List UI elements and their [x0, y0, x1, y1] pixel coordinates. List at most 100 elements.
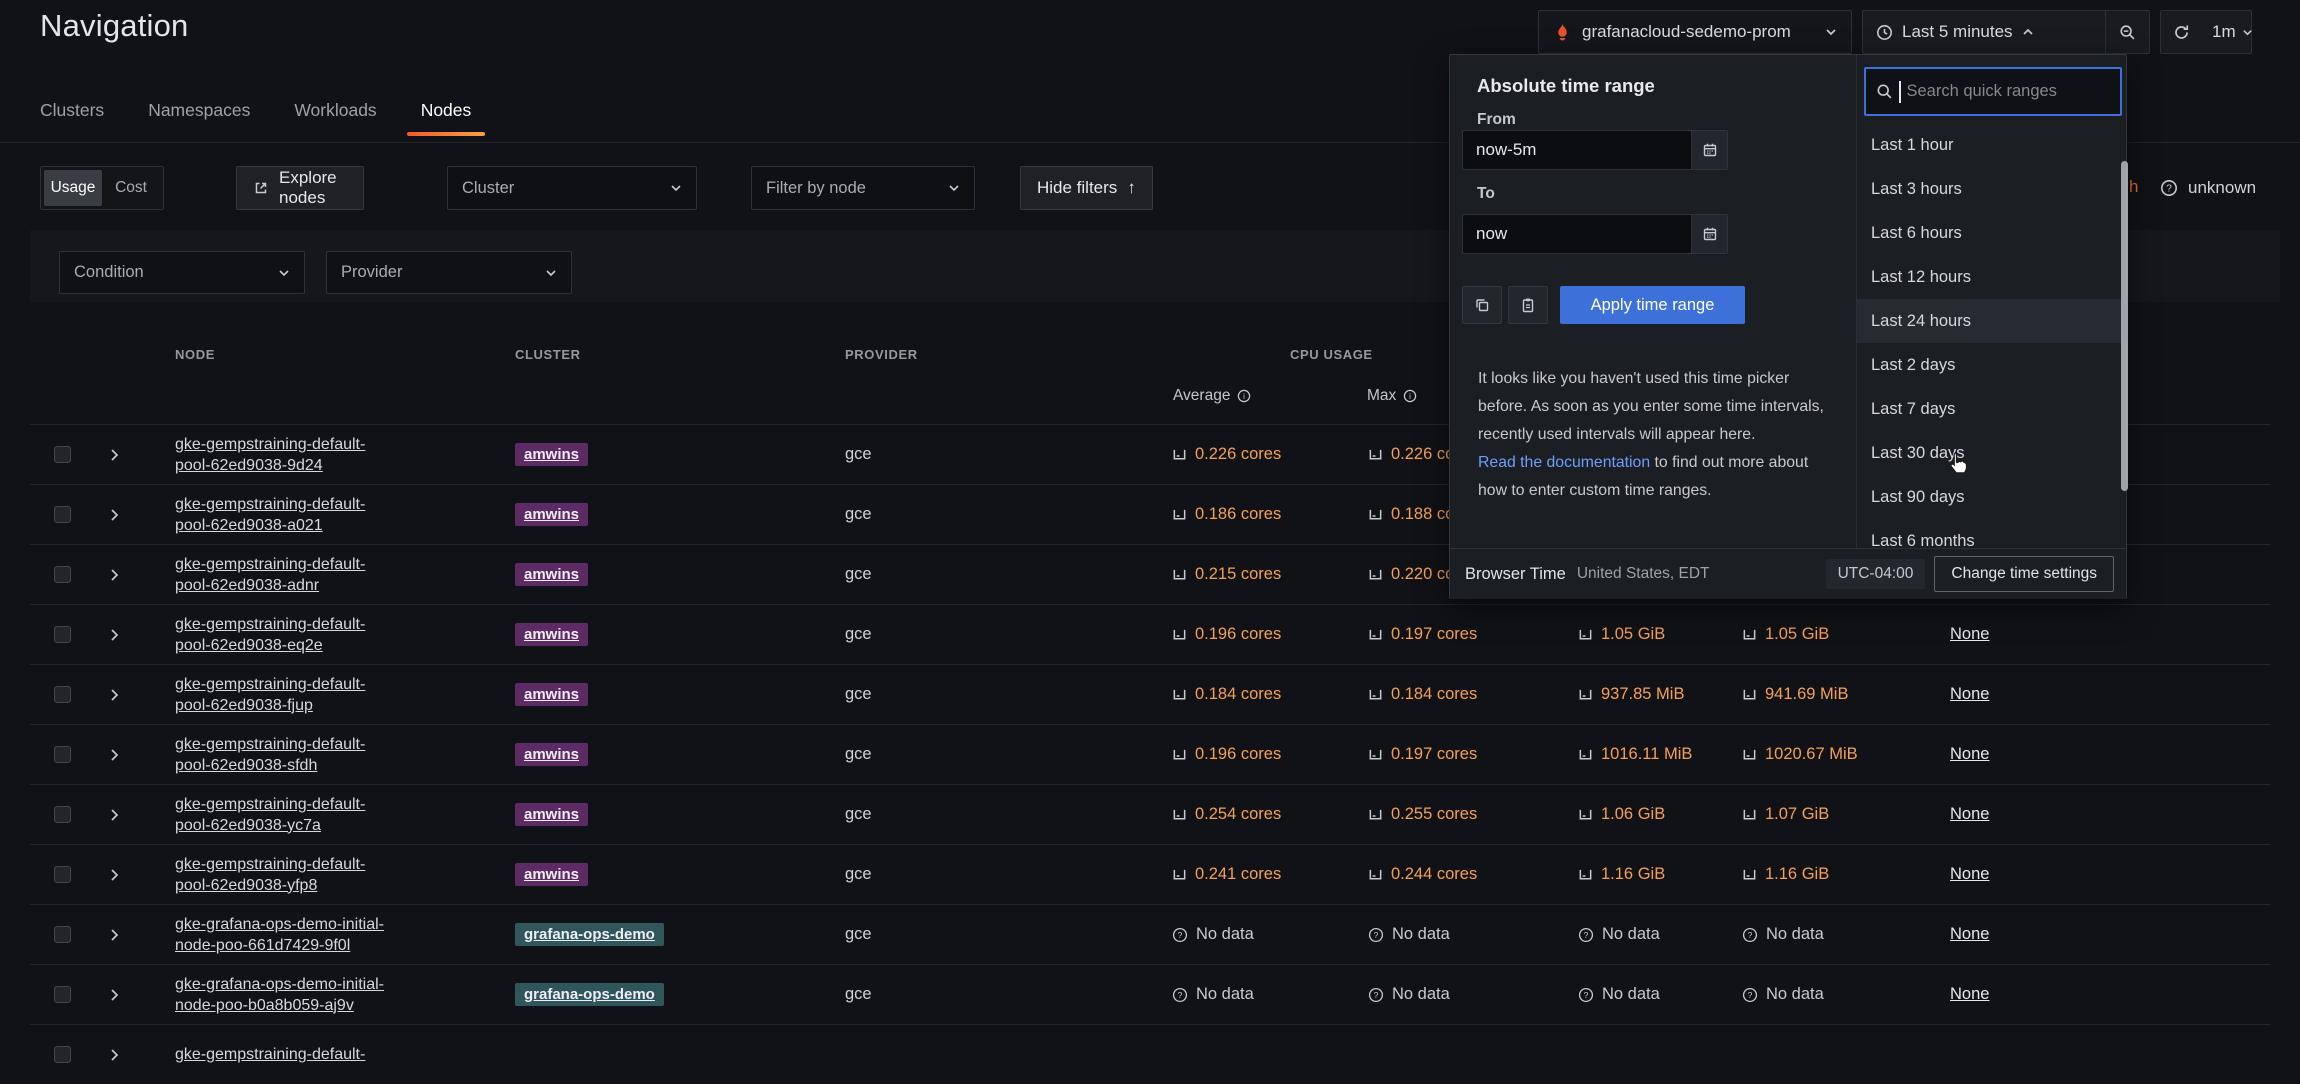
cluster-badge[interactable]: grafana-ops-demo	[515, 983, 664, 1006]
column-header-node: NODE	[175, 347, 215, 362]
tab-nodes[interactable]: Nodes	[421, 100, 472, 136]
node-link[interactable]: gke-gempstraining-default-pool-62ed9038-…	[175, 734, 387, 776]
quick-range-option[interactable]: Last 12 hours	[1857, 255, 2128, 299]
condition-select[interactable]: Condition	[59, 251, 305, 294]
row-checkbox[interactable]	[54, 626, 71, 643]
info-circle-icon[interactable]: i	[1237, 389, 1251, 403]
row-checkbox[interactable]	[54, 866, 71, 883]
view-toggle-cost[interactable]: Cost	[102, 170, 160, 206]
node-link[interactable]: gke-grafana-ops-demo-initial-node-poo-66…	[175, 914, 387, 956]
explore-nodes-label: Explore nodes	[279, 168, 347, 208]
node-link[interactable]: gke-gempstraining-default-pool-62ed9038-…	[175, 614, 387, 656]
time-range-button[interactable]: Last 5 minutes	[1863, 11, 2105, 53]
cluster-badge[interactable]: amwins	[515, 503, 588, 526]
none-link[interactable]: None	[1950, 985, 1989, 1004]
node-link[interactable]: gke-gempstraining-default-pool-62ed9038-…	[175, 434, 387, 476]
hide-filters-button[interactable]: Hide filters ↑	[1020, 166, 1153, 210]
quick-ranges-search-input[interactable]	[1907, 82, 2111, 101]
row-checkbox[interactable]	[54, 986, 71, 1003]
cluster-badge[interactable]: amwins	[515, 803, 588, 826]
row-checkbox[interactable]	[54, 446, 71, 463]
quick-range-option[interactable]: Last 24 hours	[1857, 299, 2128, 343]
paste-time-range-button[interactable]	[1508, 286, 1548, 324]
row-expand-cell	[108, 725, 121, 784]
quick-ranges-search[interactable]	[1864, 67, 2122, 116]
quick-range-option[interactable]: Last 6 hours	[1857, 211, 2128, 255]
node-link[interactable]: gke-gempstraining-default-pool-62ed9038-…	[175, 854, 387, 896]
tab-workloads[interactable]: Workloads	[294, 100, 376, 136]
node-link[interactable]: gke-grafana-ops-demo-initial-node-poo-b0…	[175, 974, 387, 1016]
row-expand-chevron-icon[interactable]	[108, 1048, 121, 1062]
row-expand-chevron-icon[interactable]	[108, 508, 121, 522]
quick-range-option[interactable]: Last 3 hours	[1857, 167, 2128, 211]
cluster-badge[interactable]: grafana-ops-demo	[515, 923, 664, 946]
none-link[interactable]: None	[1950, 805, 1989, 824]
row-checkbox[interactable]	[54, 1046, 71, 1063]
row-expand-chevron-icon[interactable]	[108, 808, 121, 822]
cluster-cell: amwins	[515, 485, 588, 544]
zoom-out-time-button[interactable]	[2106, 11, 2149, 53]
sparkline-chart-icon	[1368, 687, 1383, 702]
node-link[interactable]: gke-gempstraining-default-pool-62ed9038-…	[175, 794, 387, 836]
calendar-button[interactable]	[1691, 130, 1728, 170]
row-expand-chevron-icon[interactable]	[108, 928, 121, 942]
node-link[interactable]: gke-gempstraining-default-	[175, 1044, 365, 1065]
refresh-interval-dropdown[interactable]: 1m	[2202, 11, 2263, 53]
copy-time-range-button[interactable]	[1462, 286, 1502, 324]
info-circle-icon[interactable]: i	[1403, 389, 1417, 403]
none-link[interactable]: None	[1950, 685, 1989, 704]
row-checkbox[interactable]	[54, 686, 71, 703]
row-checkbox[interactable]	[54, 746, 71, 763]
none-link[interactable]: None	[1950, 865, 1989, 884]
row-expand-chevron-icon[interactable]	[108, 628, 121, 642]
none-link[interactable]: None	[1950, 745, 1989, 764]
cluster-select[interactable]: Cluster	[447, 166, 697, 210]
quick-range-option[interactable]: Last 30 days	[1857, 431, 2128, 475]
row-checkbox[interactable]	[54, 806, 71, 823]
node-filter-select[interactable]: Filter by node	[751, 166, 975, 210]
cluster-badge[interactable]: amwins	[515, 863, 588, 886]
quick-ranges-scrollbar[interactable]	[2121, 161, 2128, 491]
cluster-badge[interactable]: amwins	[515, 743, 588, 766]
cluster-badge[interactable]: amwins	[515, 683, 588, 706]
text-cursor	[1899, 81, 1901, 103]
row-expand-chevron-icon[interactable]	[108, 868, 121, 882]
quick-range-option[interactable]: Last 2 days	[1857, 343, 2128, 387]
view-toggle-usage[interactable]: Usage	[44, 170, 102, 206]
quick-range-option[interactable]: Last 6 months	[1857, 519, 2128, 548]
cluster-badge[interactable]: amwins	[515, 443, 588, 466]
row-expand-chevron-icon[interactable]	[108, 448, 121, 462]
read-documentation-link[interactable]: Read the documentation	[1478, 454, 1650, 471]
node-link[interactable]: gke-gempstraining-default-pool-62ed9038-…	[175, 674, 387, 716]
datasource-picker[interactable]: grafanacloud-sedemo-prom	[1538, 10, 1852, 54]
refresh-button[interactable]	[2161, 11, 2202, 53]
row-checkbox[interactable]	[54, 506, 71, 523]
tab-clusters[interactable]: Clusters	[40, 100, 104, 136]
tab-namespaces[interactable]: Namespaces	[148, 100, 250, 136]
quick-range-option[interactable]: Last 90 days	[1857, 475, 2128, 519]
explore-nodes-button[interactable]: Explore nodes	[236, 166, 364, 210]
provider-cell: gce	[845, 845, 872, 904]
row-expand-chevron-icon[interactable]	[108, 748, 121, 762]
change-time-settings-button[interactable]: Change time settings	[1934, 556, 2114, 592]
row-expand-chevron-icon[interactable]	[108, 568, 121, 582]
to-input[interactable]	[1462, 214, 1691, 254]
calendar-button[interactable]	[1691, 214, 1728, 254]
row-expand-chevron-icon[interactable]	[108, 988, 121, 1002]
apply-time-range-button[interactable]: Apply time range	[1560, 286, 1745, 324]
node-link[interactable]: gke-gempstraining-default-pool-62ed9038-…	[175, 494, 387, 536]
quick-range-option[interactable]: Last 7 days	[1857, 387, 2128, 431]
row-checkbox[interactable]	[54, 566, 71, 583]
cluster-badge[interactable]: amwins	[515, 563, 588, 586]
cluster-cell: amwins	[515, 845, 588, 904]
row-expand-chevron-icon[interactable]	[108, 688, 121, 702]
cluster-badge[interactable]: amwins	[515, 623, 588, 646]
provider-select[interactable]: Provider	[326, 251, 572, 294]
quick-range-option[interactable]: Last 1 hour	[1857, 123, 2128, 167]
node-link[interactable]: gke-gempstraining-default-pool-62ed9038-…	[175, 554, 387, 596]
row-checkbox-cell	[54, 485, 71, 544]
none-link[interactable]: None	[1950, 625, 1989, 644]
none-link[interactable]: None	[1950, 925, 1989, 944]
from-input[interactable]	[1462, 130, 1691, 170]
row-checkbox[interactable]	[54, 926, 71, 943]
